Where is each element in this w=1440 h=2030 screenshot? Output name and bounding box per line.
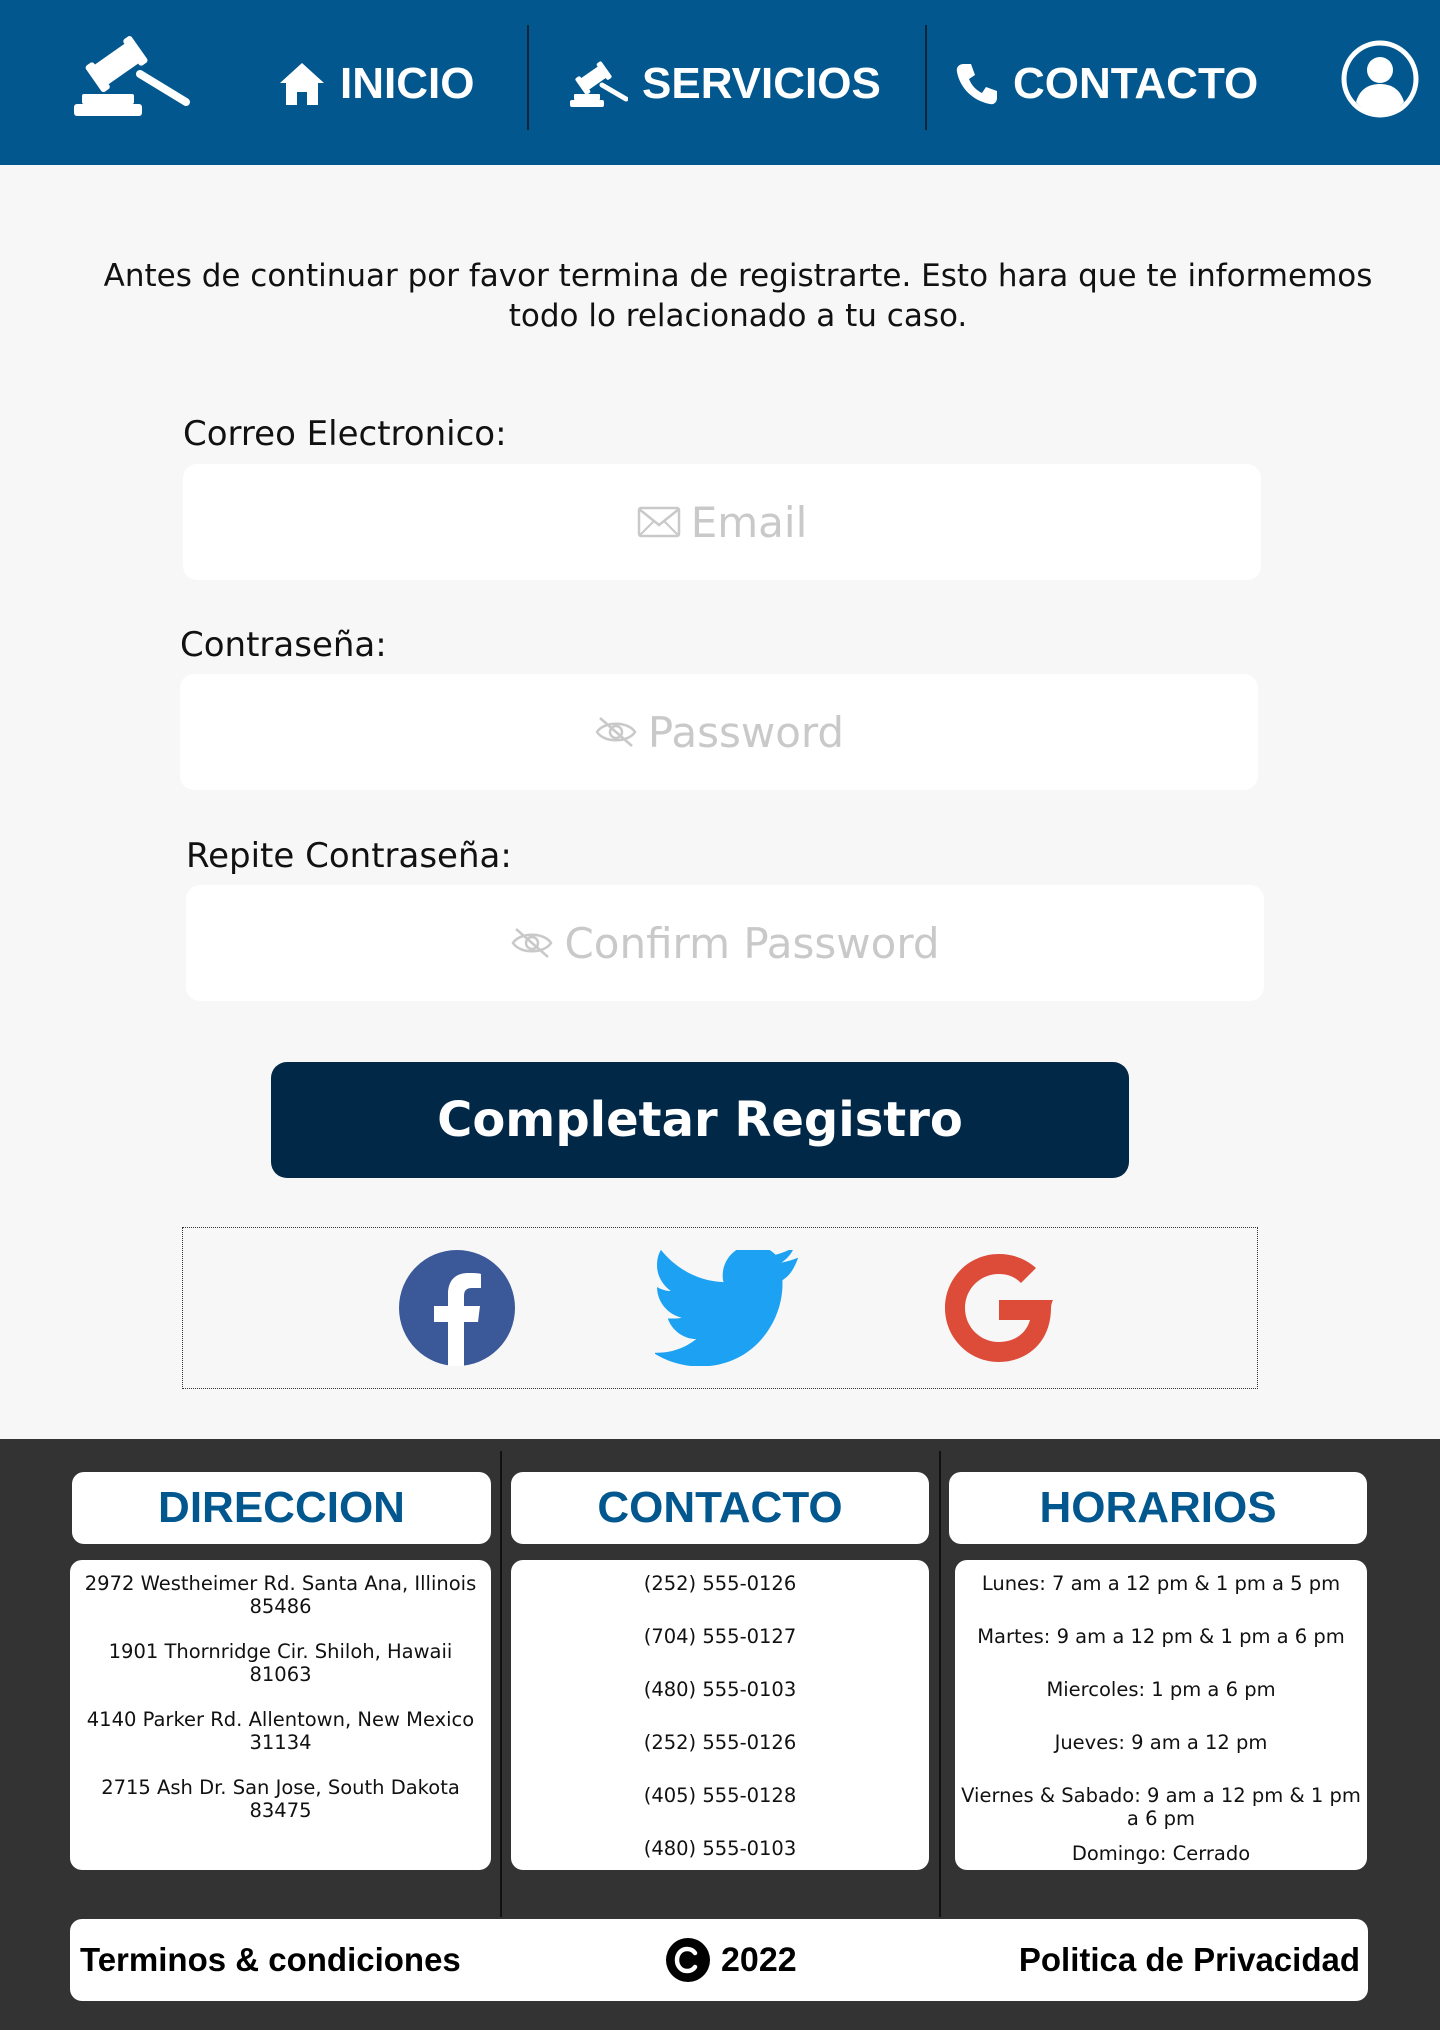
password-label: Contraseña: <box>180 625 387 665</box>
facebook-icon[interactable] <box>394 1250 520 1366</box>
copyright-year: 2022 <box>721 1940 797 1979</box>
phone-item[interactable]: (480) 555-0103 <box>511 1678 929 1701</box>
footer-phone-list: (252) 555-0126 (704) 555-0127 (480) 555-… <box>511 1560 929 1870</box>
address-item: 2972 Westheimer Rd. Santa Ana, Illinois … <box>84 1572 477 1618</box>
eye-slash-icon <box>511 928 553 958</box>
confirm-password-placeholder: Confirm Password <box>564 918 940 968</box>
phone-item[interactable]: (704) 555-0127 <box>511 1625 929 1648</box>
footer-divider <box>939 1451 941 1917</box>
hours-item: Domingo: Cerrado <box>1071 1842 1251 1865</box>
phone-item[interactable]: (480) 555-0103 <box>511 1837 929 1860</box>
footer-direccion-title: DIRECCION <box>72 1472 491 1544</box>
hours-item: Martes: 9 am a 12 pm & 1 pm a 6 pm <box>977 1625 1345 1648</box>
eye-slash-icon <box>595 717 637 747</box>
footer-hours-list: Lunes: 7 am a 12 pm & 1 pm a 5 pm Martes… <box>955 1560 1367 1870</box>
social-login-box <box>182 1227 1258 1389</box>
gavel-icon <box>570 61 628 107</box>
email-label: Correo Electronico: <box>183 414 507 454</box>
confirm-password-label: Repite Contraseña: <box>186 836 512 876</box>
complete-registration-button[interactable]: Completar Registro <box>271 1062 1129 1178</box>
footer-horarios-title: HORARIOS <box>949 1472 1367 1544</box>
site-footer: DIRECCION CONTACTO HORARIOS 2972 Westhei… <box>0 1439 1440 2030</box>
footer-divider <box>500 1451 502 1917</box>
phone-item[interactable]: (405) 555-0128 <box>511 1784 929 1807</box>
phone-icon <box>956 64 997 105</box>
copyright: 2022 <box>665 1919 797 2001</box>
nav-servicios-label: SERVICIOS <box>642 59 881 108</box>
email-placeholder: Email <box>690 497 808 547</box>
nav-divider <box>527 25 529 130</box>
privacy-policy-link[interactable]: Politica de Privacidad <box>1019 1919 1360 2001</box>
hours-item: Jueves: 9 am a 12 pm <box>1054 1731 1268 1754</box>
registration-intro-text: Antes de continuar por favor termina de … <box>103 258 1373 334</box>
twitter-icon[interactable] <box>653 1244 801 1367</box>
user-circle-icon[interactable] <box>1341 40 1419 118</box>
footer-bottom-bar: Terminos & condiciones 2022 Politica de … <box>70 1919 1368 2001</box>
phone-item[interactable]: (252) 555-0126 <box>511 1731 929 1754</box>
envelope-icon <box>637 506 680 538</box>
gavel-logo-icon[interactable] <box>74 30 194 120</box>
nav-contacto-label: CONTACTO <box>1013 59 1259 108</box>
home-icon <box>280 63 324 105</box>
google-icon[interactable] <box>935 1250 1061 1366</box>
nav-divider <box>925 25 927 130</box>
hours-item: Miercoles: 1 pm a 6 pm <box>1046 1678 1276 1701</box>
address-item: 2715 Ash Dr. San Jose, South Dakota 8347… <box>101 1776 460 1822</box>
nav-contacto[interactable]: CONTACTO <box>955 48 1258 120</box>
nav-inicio-label: INICIO <box>340 59 475 108</box>
nav-servicios[interactable]: SERVICIOS <box>570 48 881 120</box>
phone-item[interactable]: (252) 555-0126 <box>511 1572 929 1595</box>
address-item: 1901 Thornridge Cir. Shiloh, Hawaii 8106… <box>108 1640 453 1686</box>
nav-inicio[interactable]: INICIO <box>278 48 474 120</box>
password-placeholder: Password <box>647 707 845 757</box>
footer-contacto-title: CONTACTO <box>511 1472 929 1544</box>
copyright-icon <box>666 1938 710 1982</box>
hours-item: Lunes: 7 am a 12 pm & 1 pm a 5 pm <box>981 1572 1341 1595</box>
hours-item: Viernes & Sabado: 9 am a 12 pm & 1 pm a … <box>961 1784 1361 1830</box>
email-field[interactable]: Email <box>183 464 1261 580</box>
top-nav-bar: INICIO SERVICIOS CONTACTO <box>0 0 1440 165</box>
confirm-password-field[interactable]: Confirm Password <box>186 885 1264 1001</box>
terms-link[interactable]: Terminos & condiciones <box>80 1919 461 2001</box>
footer-address-list: 2972 Westheimer Rd. Santa Ana, Illinois … <box>70 1560 491 1870</box>
address-item: 4140 Parker Rd. Allentown, New Mexico 31… <box>86 1708 475 1754</box>
password-field[interactable]: Password <box>180 674 1258 790</box>
